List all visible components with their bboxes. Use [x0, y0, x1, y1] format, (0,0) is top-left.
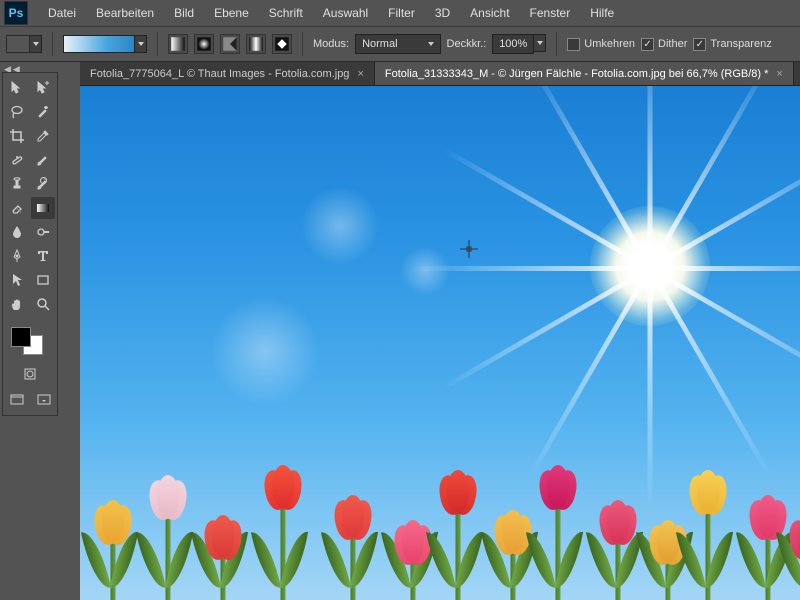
menu-hilfe[interactable]: Hilfe [580, 0, 624, 26]
tool-preset-picker[interactable] [6, 35, 30, 53]
close-icon[interactable]: × [776, 68, 782, 80]
menu-auswahl[interactable]: Auswahl [313, 0, 378, 26]
blur-tool[interactable] [5, 221, 29, 243]
gradient-preview[interactable] [63, 35, 135, 53]
close-icon[interactable]: × [357, 68, 363, 80]
dodge-tool[interactable] [31, 221, 55, 243]
separator [556, 32, 557, 56]
tulip [255, 450, 311, 600]
menu-filter[interactable]: Filter [378, 0, 425, 26]
artboard-tool[interactable] [31, 77, 55, 99]
checkbox-icon [567, 38, 580, 51]
type-tool[interactable] [31, 245, 55, 267]
rectangle-tool[interactable] [31, 269, 55, 291]
quick-mask-tool[interactable] [18, 363, 42, 385]
foreground-color[interactable] [11, 327, 31, 347]
tab-document-1[interactable]: Fotolia_7775064_L © Thaut Images - Fotol… [80, 62, 375, 85]
canvas[interactable] [80, 86, 800, 600]
menu-bearbeiten[interactable]: Bearbeiten [86, 0, 164, 26]
gradient-angle-icon[interactable] [220, 34, 240, 54]
sun-rays [590, 206, 710, 326]
screen-mode-tool[interactable] [5, 389, 28, 411]
history-brush-tool[interactable] [31, 173, 55, 195]
separator [302, 32, 303, 56]
gradient-reflected-icon[interactable] [246, 34, 266, 54]
umkehren-label: Umkehren [584, 38, 635, 50]
gradient-picker-dropdown[interactable] [135, 35, 147, 53]
deckkraft-dropdown[interactable] [534, 34, 546, 52]
separator [157, 32, 158, 56]
screen-mode-dropdown[interactable] [32, 389, 55, 411]
color-swatches[interactable] [5, 321, 55, 357]
tool-panel [2, 72, 58, 416]
menu-3d[interactable]: 3D [425, 0, 460, 26]
zoom-tool[interactable] [31, 293, 55, 315]
lens-flare [300, 186, 380, 266]
tool-preset-dropdown[interactable] [30, 35, 42, 53]
move-tool[interactable] [5, 77, 29, 99]
tab-title: Fotolia_7775064_L © Thaut Images - Fotol… [90, 68, 349, 80]
healing-brush-tool[interactable] [5, 149, 29, 171]
hand-tool[interactable] [5, 293, 29, 315]
tulip [530, 450, 586, 600]
gradient-diamond-icon[interactable] [272, 34, 292, 54]
modus-label: Modus: [313, 38, 349, 50]
app-logo: Ps [4, 1, 28, 25]
checkbox-icon: ✓ [641, 38, 654, 51]
clone-stamp-tool[interactable] [5, 173, 29, 195]
document-tabs: Fotolia_7775064_L © Thaut Images - Fotol… [80, 62, 800, 86]
eyedropper-tool[interactable] [31, 125, 55, 147]
tulip [85, 485, 141, 600]
eraser-tool[interactable] [5, 197, 29, 219]
pen-tool[interactable] [5, 245, 29, 267]
menu-bar: Ps Datei Bearbeiten Bild Ebene Schrift A… [0, 0, 800, 26]
menu-fenster[interactable]: Fenster [520, 0, 581, 26]
menu-bild[interactable]: Bild [164, 0, 204, 26]
gradient-radial-icon[interactable] [194, 34, 214, 54]
options-bar: Modus: Normal Deckkr.: Umkehren ✓ Dither… [0, 26, 800, 62]
lens-flare [210, 296, 320, 406]
tulip [195, 500, 251, 600]
tulip [780, 500, 800, 600]
separator [52, 32, 53, 56]
transparenz-checkbox[interactable]: ✓ Transparenz [693, 38, 771, 51]
brush-tool[interactable] [31, 149, 55, 171]
tulip [325, 480, 381, 600]
image-flowers [80, 430, 800, 600]
checkbox-icon: ✓ [693, 38, 706, 51]
menu-datei[interactable]: Datei [38, 0, 86, 26]
path-select-tool[interactable] [5, 269, 29, 291]
menu-ebene[interactable]: Ebene [204, 0, 259, 26]
gradient-linear-icon[interactable] [168, 34, 188, 54]
gradient-tool[interactable] [31, 197, 55, 219]
deckkraft-label: Deckkr.: [447, 38, 487, 50]
tulip [680, 455, 736, 600]
tab-document-2[interactable]: Fotolia_31333343_M - © Jürgen Fälchle - … [375, 62, 794, 85]
image-sun [590, 206, 710, 326]
tulip [430, 455, 486, 600]
menu-schrift[interactable]: Schrift [259, 0, 313, 26]
magic-wand-tool[interactable] [31, 101, 55, 123]
tulip [140, 460, 196, 600]
crop-tool[interactable] [5, 125, 29, 147]
dither-label: Dither [658, 38, 687, 50]
dither-checkbox[interactable]: ✓ Dither [641, 38, 687, 51]
tab-title: Fotolia_31333343_M - © Jürgen Fälchle - … [385, 68, 769, 80]
modus-dropdown[interactable]: Normal [355, 34, 440, 54]
menu-ansicht[interactable]: Ansicht [460, 0, 519, 26]
transparenz-label: Transparenz [710, 38, 771, 50]
lasso-tool[interactable] [5, 101, 29, 123]
modus-value: Normal [362, 38, 397, 50]
deckkraft-input[interactable] [492, 34, 534, 54]
umkehren-checkbox[interactable]: Umkehren [567, 38, 635, 51]
lens-flare [400, 246, 450, 296]
